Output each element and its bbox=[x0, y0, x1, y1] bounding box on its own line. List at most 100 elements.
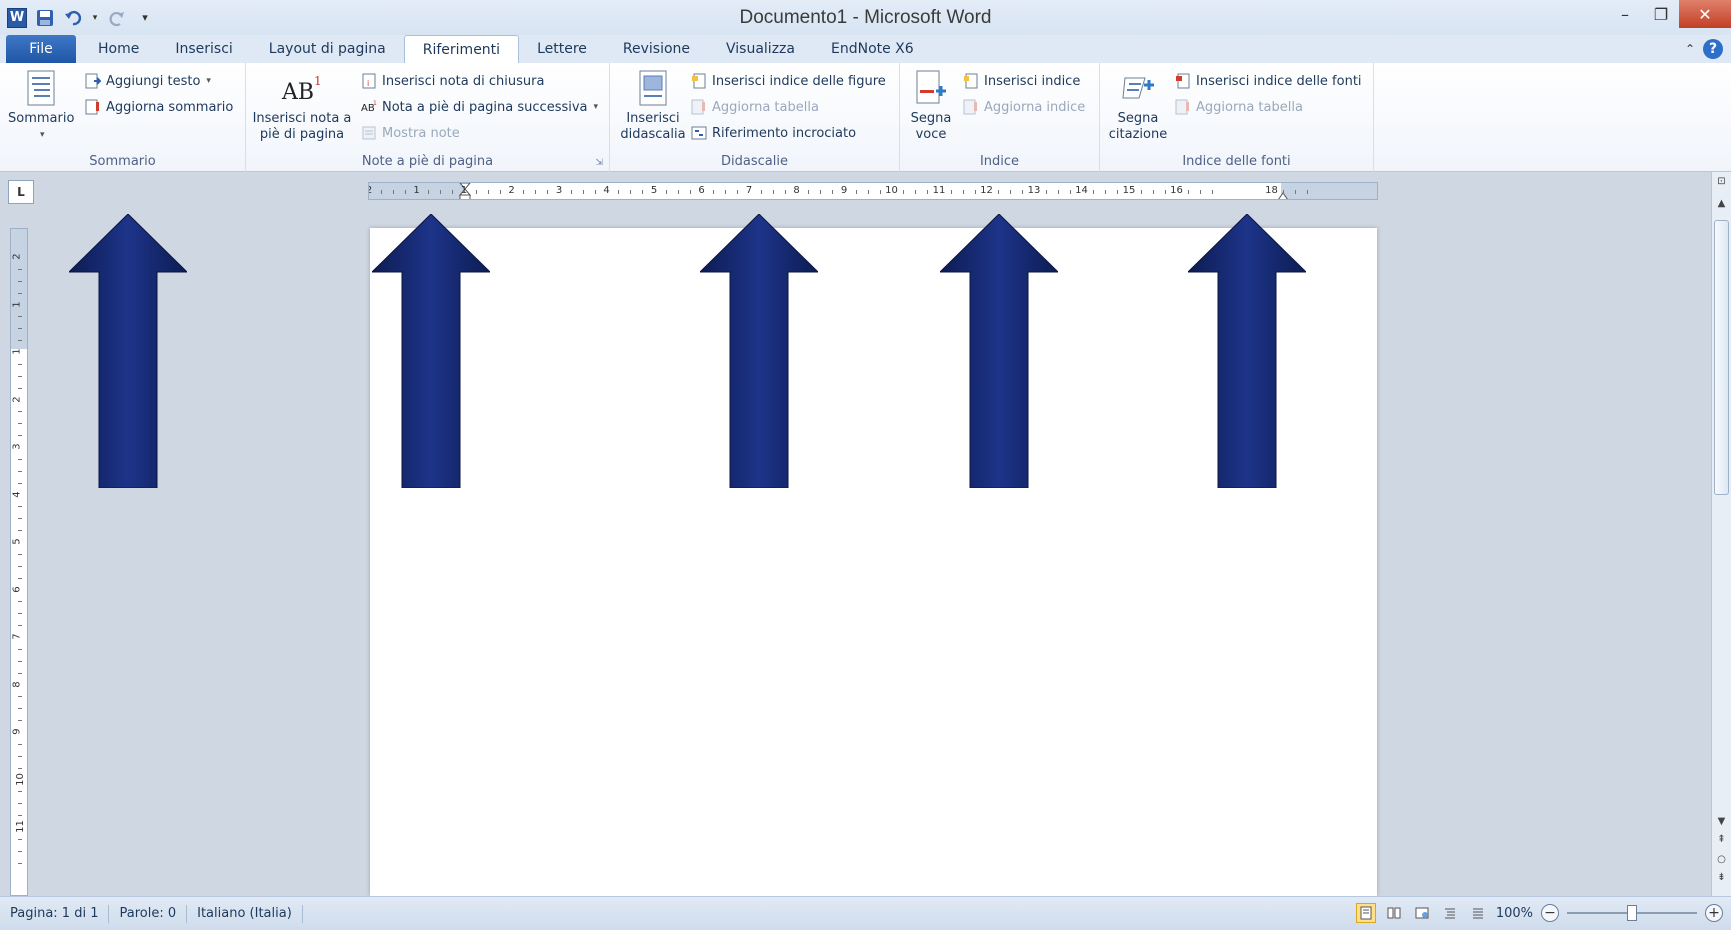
nota-successiva-button[interactable]: AB 1 Nota a piè di pagina successiva ▾ bbox=[360, 95, 598, 119]
word-app-icon[interactable]: W bbox=[6, 7, 28, 29]
zoom-slider-knob[interactable] bbox=[1627, 905, 1637, 921]
ruler-tick-mark bbox=[1307, 190, 1309, 194]
up-arrow-annotation bbox=[940, 214, 1058, 488]
tab-visualizza[interactable]: Visualizza bbox=[708, 35, 813, 63]
vertical-ruler[interactable]: 2 1 1 2 3 4 5 6 7 8 9 10 11 bbox=[10, 228, 28, 896]
ruler-tick-label: 12 bbox=[980, 185, 993, 196]
page-count-status[interactable]: Pagina: 1 di 1 bbox=[0, 904, 110, 923]
tab-file[interactable]: File bbox=[6, 35, 76, 63]
sommario-button[interactable]: Sommario ▾ bbox=[8, 69, 74, 143]
tab-revisione[interactable]: Revisione bbox=[605, 35, 708, 63]
scroll-up-icon[interactable]: ▲ bbox=[1714, 198, 1729, 214]
ruler-tick-label: 1 bbox=[11, 348, 23, 355]
indice-figure-button[interactable]: Inserisci indice delle figure bbox=[690, 69, 886, 93]
word-logo-letter: W bbox=[7, 7, 27, 28]
minimize-ribbon-icon[interactable]: ⌃ bbox=[1685, 42, 1695, 56]
next-page-icon[interactable]: ⇟ bbox=[1714, 872, 1729, 888]
tab-riferimenti[interactable]: Riferimenti bbox=[403, 35, 520, 63]
word-count-status[interactable]: Parole: 0 bbox=[109, 904, 188, 923]
undo-dropdown-icon[interactable]: ▾ bbox=[90, 7, 100, 29]
aggiorna-sommario-button[interactable]: Aggiorna sommario bbox=[84, 95, 233, 119]
inserisci-nota-button[interactable]: AB 1 Inserisci nota a piè di pagina bbox=[252, 69, 352, 143]
ruler-toggle-icon[interactable]: ⊡ bbox=[1714, 176, 1729, 192]
ruler-tick-label: 8 bbox=[793, 185, 800, 196]
restore-icon[interactable]: ❐ bbox=[1643, 0, 1679, 28]
insert-index-icon bbox=[962, 72, 980, 90]
svg-text:AB: AB bbox=[281, 80, 314, 105]
ruler-tick-mark bbox=[18, 482, 22, 484]
tab-layout[interactable]: Layout di pagina bbox=[251, 35, 404, 63]
close-icon[interactable]: ✕ bbox=[1679, 0, 1731, 28]
inserisci-nota-chiusura-button[interactable]: i Inserisci nota di chiusura bbox=[360, 69, 544, 93]
tab-lettere[interactable]: Lettere bbox=[519, 35, 605, 63]
vertical-scrollbar[interactable]: ⊡ ▲ ▼ ⇞ ○ ⇟ bbox=[1711, 172, 1731, 896]
ruler-tick-mark bbox=[915, 190, 917, 194]
group-indice: Segna voce Inserisci indice Aggiorna ind… bbox=[900, 63, 1100, 172]
tab-endnote[interactable]: EndNote X6 bbox=[813, 35, 932, 63]
ruler-tick-mark bbox=[18, 268, 22, 270]
ruler-tick-mark bbox=[784, 190, 786, 194]
riferimento-incrociato-button[interactable]: Riferimento incrociato bbox=[690, 121, 856, 145]
web-layout-icon[interactable] bbox=[1412, 903, 1432, 923]
aggiorna-indice-button[interactable]: Aggiorna indice bbox=[962, 95, 1085, 119]
group-label-fonti: Indice delle fonti bbox=[1182, 154, 1291, 169]
print-layout-icon[interactable] bbox=[1355, 903, 1376, 923]
aggiorna-tabella-didascalie-button[interactable]: Aggiorna tabella bbox=[690, 95, 819, 119]
tab-home[interactable]: Home bbox=[80, 35, 157, 63]
ruler-tick-mark bbox=[1105, 190, 1107, 194]
inserisci-indice-fonti-button[interactable]: Inserisci indice delle fonti bbox=[1174, 69, 1362, 93]
group-label-didascalie: Didascalie bbox=[721, 154, 788, 169]
inserisci-indice-label: Inserisci indice bbox=[984, 73, 1081, 89]
group-indice-fonti: Segna citazione Inserisci indice delle f… bbox=[1100, 63, 1374, 172]
ruler-tick-mark bbox=[535, 190, 537, 194]
help-icon[interactable]: ? bbox=[1703, 39, 1723, 59]
save-icon[interactable] bbox=[34, 7, 56, 29]
language-status[interactable]: Italiano (Italia) bbox=[187, 904, 303, 923]
ruler-tick-label: 6 bbox=[698, 185, 705, 196]
ruler-tick-mark bbox=[18, 435, 22, 437]
browse-object-icon[interactable]: ○ bbox=[1714, 854, 1729, 870]
segna-voce-button[interactable]: Segna voce bbox=[908, 69, 954, 143]
aggiorna-sommario-label: Aggiorna sommario bbox=[106, 99, 234, 115]
full-screen-reading-icon[interactable] bbox=[1384, 903, 1404, 923]
horizontal-ruler[interactable]: 211234567891011121314151618 bbox=[368, 182, 1378, 200]
ruler-tick-mark bbox=[665, 190, 667, 194]
inserisci-didascalia-button[interactable]: Inserisci didascalia bbox=[618, 69, 688, 143]
zoom-level[interactable]: 100% bbox=[1496, 906, 1533, 921]
status-right: 100% − + bbox=[1355, 903, 1723, 923]
ruler-tick-mark bbox=[18, 803, 22, 805]
minimize-icon[interactable]: – bbox=[1607, 0, 1643, 28]
redo-icon[interactable] bbox=[106, 7, 128, 29]
note-dialog-launcher-icon[interactable]: ⇲ bbox=[595, 158, 603, 168]
mostra-note-label: Mostra note bbox=[382, 125, 460, 141]
tab-inserisci[interactable]: Inserisci bbox=[157, 35, 250, 63]
tab-selector[interactable]: L bbox=[8, 180, 34, 204]
previous-page-icon[interactable]: ⇞ bbox=[1714, 834, 1729, 850]
scrollbar-thumb[interactable] bbox=[1714, 220, 1729, 495]
ruler-tick-label: 11 bbox=[932, 185, 946, 196]
ruler-tick-mark bbox=[18, 755, 22, 757]
segna-citazione-button[interactable]: Segna citazione bbox=[1106, 69, 1170, 143]
segna-citazione-label-1: Segna bbox=[1117, 111, 1159, 126]
group-label-note: Note a piè di pagina bbox=[361, 154, 494, 169]
aggiungi-testo-button[interactable]: Aggiungi testo ▾ bbox=[84, 69, 211, 93]
ruler-tick-mark bbox=[18, 411, 22, 413]
undo-icon[interactable] bbox=[62, 7, 84, 29]
group-didascalie: Inserisci didascalia Inserisci indice de… bbox=[610, 63, 900, 172]
ruler-tick-label: 14 bbox=[1075, 185, 1088, 196]
ruler-tick-mark bbox=[867, 190, 869, 194]
outline-view-icon[interactable] bbox=[1440, 903, 1460, 923]
ruler-tick-mark bbox=[404, 190, 406, 194]
ruler-tick-mark bbox=[18, 328, 22, 330]
ruler-tick-mark bbox=[1010, 190, 1012, 194]
zoom-in-icon[interactable]: + bbox=[1705, 904, 1723, 922]
zoom-slider[interactable] bbox=[1567, 904, 1697, 922]
draft-view-icon[interactable] bbox=[1468, 903, 1488, 923]
customize-qat-icon[interactable]: ▾ bbox=[134, 7, 156, 29]
zoom-out-icon[interactable]: − bbox=[1541, 904, 1559, 922]
aggiorna-tabella-fonti-button[interactable]: Aggiorna tabella bbox=[1174, 95, 1303, 119]
inserisci-indice-button[interactable]: Inserisci indice bbox=[962, 69, 1080, 93]
ruler-tick-label: 15 bbox=[1122, 185, 1136, 196]
scroll-down-icon[interactable]: ▼ bbox=[1714, 816, 1729, 832]
mostra-note-button[interactable]: Mostra note bbox=[360, 121, 460, 145]
